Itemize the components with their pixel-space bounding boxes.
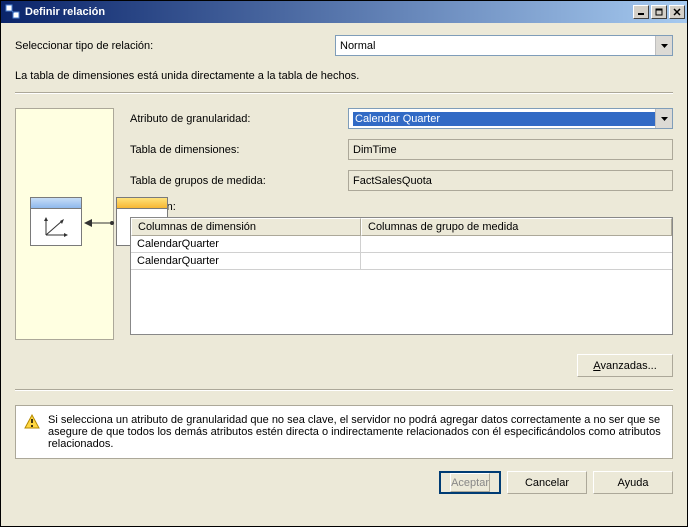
relation-type-select[interactable]: Normal [335, 35, 673, 56]
dimension-table-icon [30, 197, 82, 246]
warning-icon [24, 414, 40, 430]
cancel-button[interactable]: Cancelar [507, 471, 587, 494]
close-button[interactable] [669, 5, 685, 19]
accept-button[interactable]: Aceptar [439, 471, 501, 494]
dim-table-label: Tabla de dimensiones: [130, 144, 348, 156]
chevron-down-icon [655, 36, 672, 55]
titlebar: Definir relación [1, 1, 687, 23]
relationship-arrow-icon [82, 217, 116, 229]
relation-table[interactable]: Columnas de dimensión Columnas de grupo … [130, 217, 673, 335]
warning-panel: Si selecciona un atributo de granularida… [15, 405, 673, 459]
maximize-button[interactable] [651, 5, 667, 19]
help-button[interactable]: Ayuda [593, 471, 673, 494]
advanced-button[interactable]: Avanzadas... [577, 354, 673, 377]
mg-table-field: FactSalesQuota [348, 170, 673, 191]
granularity-select[interactable]: Calendar Quarter [348, 108, 673, 129]
chevron-down-icon [655, 109, 672, 128]
type-label: Seleccionar tipo de relación: [15, 40, 295, 52]
granularity-label: Atributo de granularidad: [130, 113, 348, 125]
app-icon [5, 4, 21, 20]
description-text: La tabla de dimensiones está unida direc… [15, 70, 673, 82]
separator [15, 389, 673, 391]
column-header-mg[interactable]: Columnas de grupo de medida [361, 218, 672, 236]
table-row[interactable]: CalendarQuarter [131, 236, 672, 253]
mg-table-label: Tabla de grupos de medida: [130, 175, 348, 187]
minimize-button[interactable] [633, 5, 649, 19]
separator [15, 92, 673, 94]
relation-label: Relación: [130, 201, 673, 213]
table-row[interactable]: CalendarQuarter [131, 253, 672, 270]
relationship-diagram [15, 108, 114, 340]
column-header-dim[interactable]: Columnas de dimensión [131, 218, 361, 236]
window-title: Definir relación [25, 6, 633, 18]
granularity-value: Calendar Quarter [353, 112, 655, 126]
relation-type-value: Normal [340, 40, 655, 52]
dim-table-field: DimTime [348, 139, 673, 160]
warning-text: Si selecciona un atributo de granularida… [48, 414, 664, 450]
